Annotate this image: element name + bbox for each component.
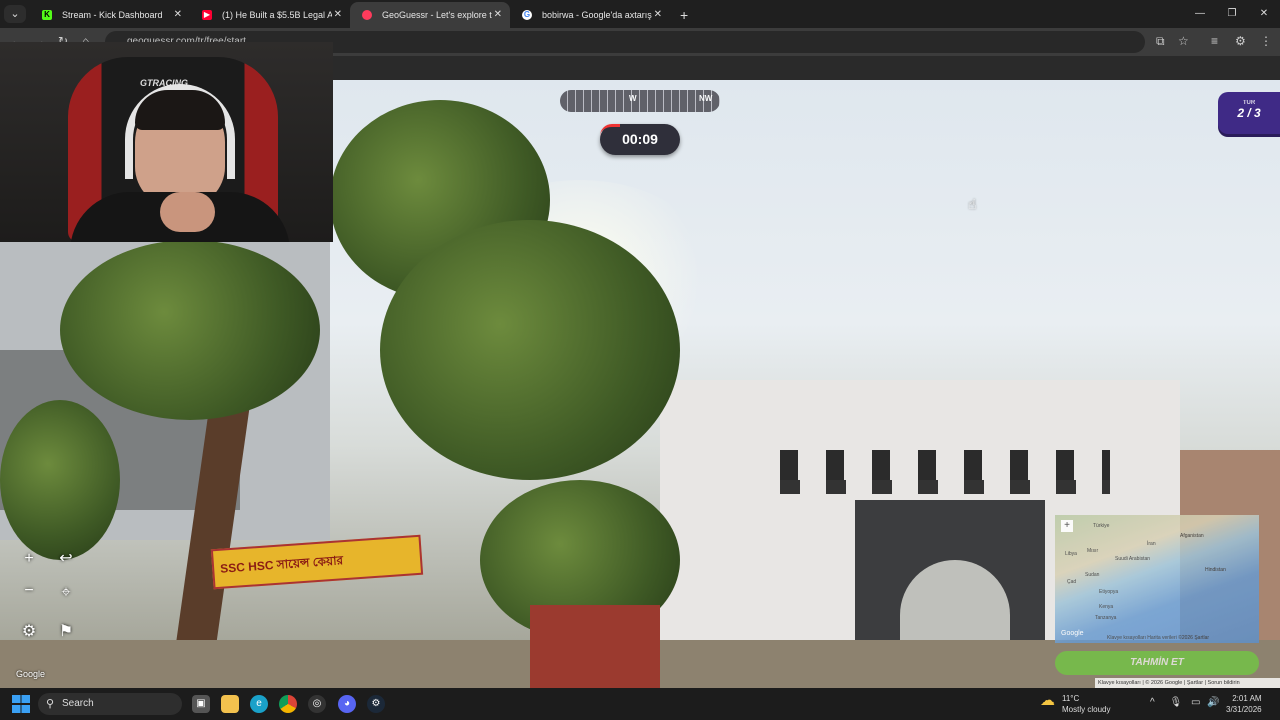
- tree-canopy: [60, 240, 320, 420]
- close-tab-icon[interactable]: ✕: [654, 2, 662, 28]
- youtube-icon: ▶: [202, 10, 212, 20]
- windows-start-icon[interactable]: [12, 695, 30, 713]
- taskbar-clock[interactable]: 2:01 AM 3/31/2026: [1226, 693, 1262, 715]
- browser-menu-icon[interactable]: ⋮: [1260, 34, 1272, 48]
- close-tab-icon[interactable]: ✕: [494, 2, 502, 28]
- weather-temp: 11°C: [1062, 694, 1080, 703]
- map-label: İran: [1147, 541, 1156, 547]
- map-label: Hindistan: [1205, 567, 1226, 573]
- tab-google[interactable]: G bobirwa - Google'da axtarış ✕: [510, 2, 670, 28]
- close-tab-icon[interactable]: ✕: [174, 2, 182, 28]
- zoom-in-button[interactable]: +: [16, 546, 42, 572]
- media-controls-icon[interactable]: ≡: [1211, 34, 1218, 48]
- tab-label: (1) He Built a $5.5B Legal AI Co: [222, 10, 332, 20]
- volume-icon[interactable]: 🔊: [1207, 697, 1219, 708]
- guess-minimap[interactable]: + Türkiye Afganistan İran Libya Mısır Su…: [1055, 515, 1259, 643]
- streetview-footer[interactable]: Klavye kısayolları | © 2026 Google | Şar…: [1095, 678, 1280, 688]
- tab-label: bobirwa - Google'da axtarış: [542, 10, 652, 20]
- tray-chevron-icon[interactable]: ^: [1150, 697, 1155, 708]
- streamer-hair: [135, 90, 225, 130]
- microphone-icon[interactable]: 🎙: [1169, 697, 1182, 708]
- steam-icon[interactable]: ⚙: [367, 695, 385, 713]
- google-icon: G: [522, 10, 532, 20]
- search-placeholder: Search: [62, 698, 94, 709]
- tree-canopy: [380, 220, 680, 480]
- search-icon: ⚲: [46, 698, 55, 710]
- tab-kick[interactable]: K Stream - Kick Dashboard ✕: [30, 2, 190, 28]
- partly-cloudy-icon: ☁: [1040, 692, 1055, 709]
- network-icon[interactable]: ▭: [1191, 697, 1200, 708]
- map-label: Tanzanya: [1095, 615, 1117, 621]
- taskbar-search[interactable]: ⚲ Search: [38, 693, 182, 715]
- geoguessr-icon: [362, 10, 372, 20]
- close-window-button[interactable]: ✕: [1248, 0, 1280, 28]
- round-value: 2 / 3: [1237, 106, 1261, 120]
- discord-icon[interactable]: ◕: [338, 695, 356, 713]
- shop-banner: SSC HSC সায়েন্স কেয়ার: [210, 534, 424, 590]
- building-windows: [780, 480, 1110, 494]
- tab-label: Stream - Kick Dashboard: [62, 10, 163, 20]
- task-view-icon[interactable]: ▣: [192, 695, 210, 713]
- map-label: Kenya: [1099, 604, 1114, 610]
- browser-tabstrip: ⌄ K Stream - Kick Dashboard ✕ ▶ (1) He B…: [0, 0, 1280, 28]
- map-label: Etiyopya: [1099, 589, 1119, 595]
- map-label: Çad: [1067, 579, 1077, 585]
- round-label: TUR: [1242, 100, 1256, 106]
- round-counter: TUR 2 / 3: [1218, 92, 1280, 134]
- compass-northwest: NW: [699, 94, 713, 103]
- chrome-icon[interactable]: [279, 695, 297, 713]
- map-label: Mısır: [1087, 548, 1099, 554]
- hand-cursor-icon: ☝: [968, 196, 977, 212]
- bookmark-star-icon[interactable]: ☆: [1178, 34, 1189, 48]
- truck: [530, 605, 660, 688]
- map-label: Sudan: [1085, 572, 1100, 578]
- map-label: Libya: [1065, 551, 1077, 557]
- file-explorer-icon[interactable]: [221, 695, 239, 713]
- minimap-google-logo: Google: [1061, 630, 1084, 637]
- system-tray[interactable]: ^ 🎙 ▭ 🔊: [1150, 697, 1220, 708]
- tab-geoguessr[interactable]: GeoGuessr - Let's explore the w ✕: [350, 2, 510, 28]
- guess-button[interactable]: TAHMİN ET: [1055, 651, 1259, 675]
- weather-widget[interactable]: ☁ 11°C Mostly cloudy: [1040, 693, 1110, 715]
- tab-search-button[interactable]: ⌄: [4, 5, 26, 23]
- minimap-zoom-in[interactable]: +: [1061, 520, 1073, 532]
- webcam-overlay: GTRACING: [0, 42, 333, 242]
- compass: W NW: [560, 90, 720, 112]
- screen: ⌄ K Stream - Kick Dashboard ✕ ▶ (1) He B…: [0, 0, 1280, 720]
- streamer-hand: [160, 192, 215, 232]
- google-logo: Google: [16, 669, 46, 679]
- edge-icon[interactable]: e: [250, 695, 268, 713]
- tree-canopy: [0, 400, 120, 560]
- weather-condition: Mostly cloudy: [1062, 705, 1111, 714]
- windows-taskbar: ⚲ Search ▣ e ◎ ◕ ⚙ ☁ 11°C Mostly cloudy …: [0, 688, 1280, 720]
- return-to-start-icon[interactable]: ⌖: [53, 580, 79, 606]
- tab-label: GeoGuessr - Let's explore the w: [382, 10, 492, 20]
- compass-west: W: [629, 94, 637, 103]
- map-label: Suudi Arabistan: [1115, 556, 1151, 562]
- settings-gear-icon[interactable]: ⚙: [16, 619, 42, 645]
- kick-icon: K: [42, 10, 52, 20]
- checkpoint-flag-icon[interactable]: ⚑: [53, 619, 79, 645]
- undo-move-icon[interactable]: ↩: [53, 546, 79, 572]
- tab-youtube[interactable]: ▶ (1) He Built a $5.5B Legal AI Co ✕: [190, 2, 350, 28]
- restore-button[interactable]: ❐: [1216, 0, 1248, 28]
- clock-time: 2:01 AM: [1232, 694, 1262, 703]
- clock-date: 3/31/2026: [1226, 705, 1262, 714]
- map-label: Afganistan: [1180, 533, 1204, 539]
- new-tab-button[interactable]: +: [670, 2, 698, 28]
- map-label: Türkiye: [1093, 523, 1110, 529]
- minimize-button[interactable]: —: [1184, 0, 1216, 28]
- zoom-out-button[interactable]: −: [16, 578, 42, 604]
- close-tab-icon[interactable]: ✕: [334, 2, 342, 28]
- install-app-icon[interactable]: ⧉: [1156, 34, 1165, 49]
- minimap-footer: Klavye kısayolları Harita verileri ©2026…: [1107, 635, 1210, 641]
- extensions-icon[interactable]: ⚙: [1235, 34, 1246, 48]
- obs-icon[interactable]: ◎: [308, 695, 326, 713]
- window-controls: — ❐ ✕: [1184, 0, 1280, 28]
